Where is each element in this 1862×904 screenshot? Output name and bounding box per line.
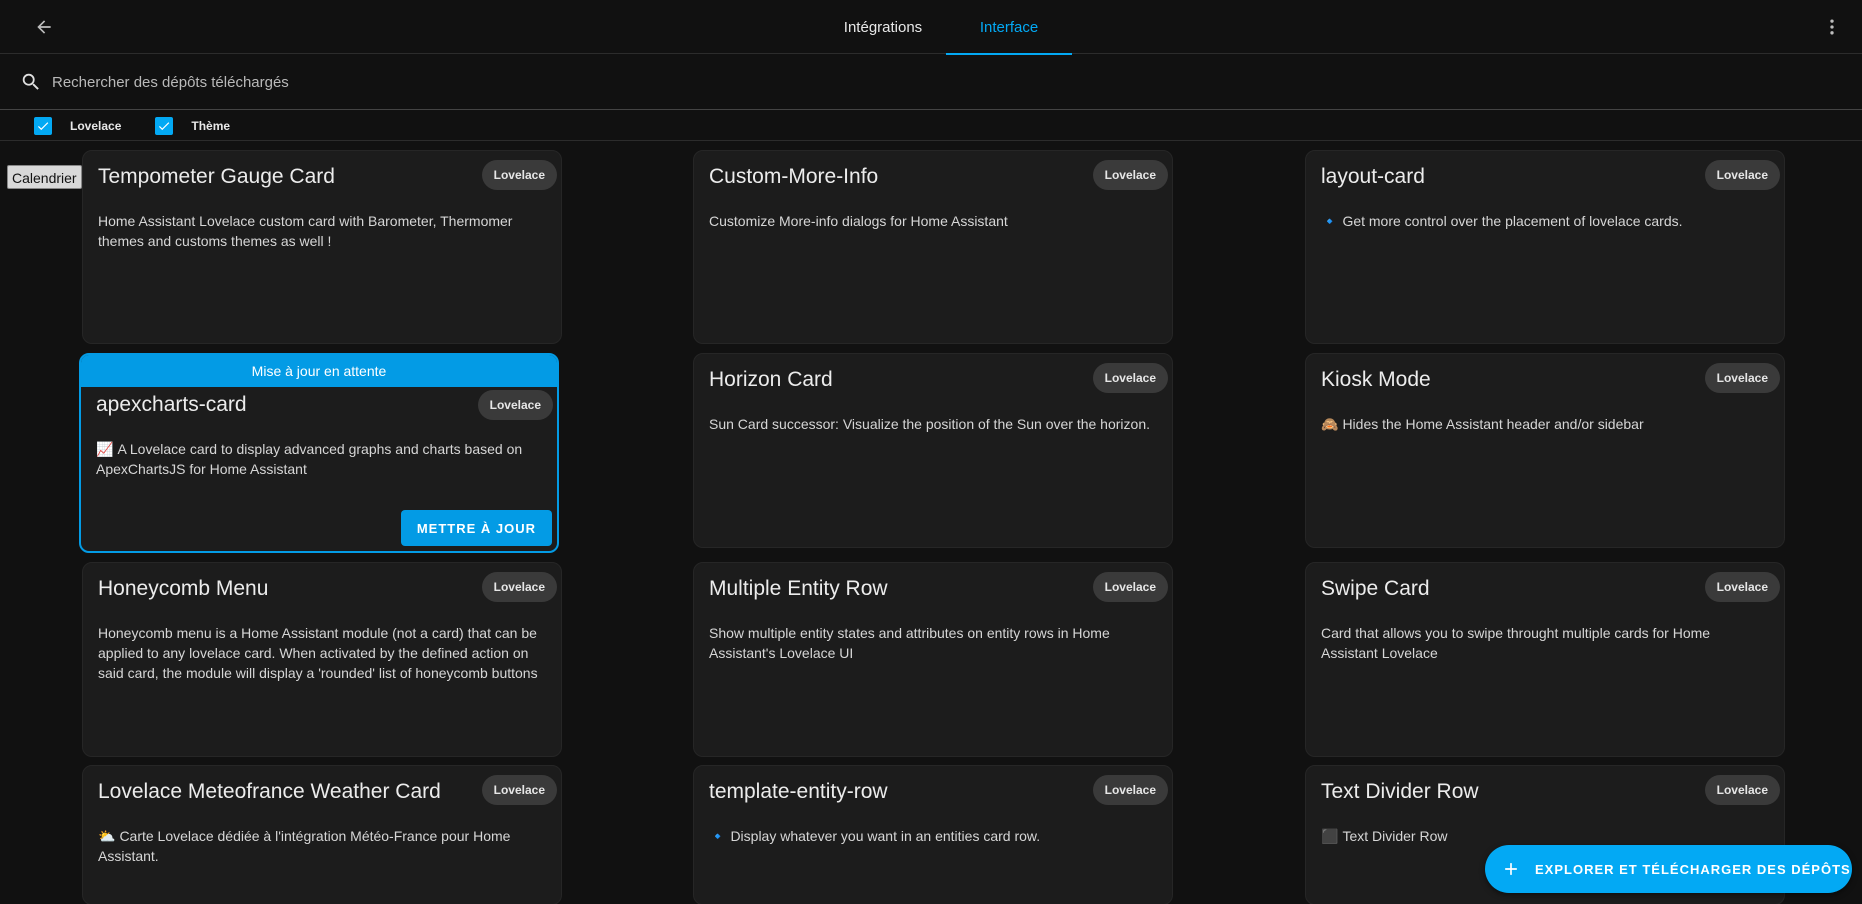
card-title: layout-card <box>1321 165 1425 188</box>
chart-increasing-icon: 📈 <box>96 441 114 457</box>
checkbox-checked-icon[interactable] <box>34 116 52 135</box>
repository-card[interactable]: Horizon Card Lovelace Sun Card successor… <box>693 353 1173 548</box>
fab-label: EXPLORER ET TÉLÉCHARGER DES DÉPÔTS <box>1535 861 1851 877</box>
card-description: 🔹 Display whatever you want in an entitie… <box>694 814 1172 846</box>
card-description: 🙈 Hides the Home Assistant header and/or … <box>1306 402 1784 434</box>
card-title: Horizon Card <box>709 368 833 391</box>
description-text: Carte Lovelace dédiée à l'intégration Mé… <box>98 828 511 864</box>
card-description: Card that allows you to swipe throught m… <box>1321 625 1711 661</box>
card-description: Show multiple entity states and attribut… <box>709 625 1110 661</box>
card-description: Customize More-info dialogs for Home Ass… <box>709 213 1008 229</box>
card-header: Kiosk Mode Lovelace <box>1306 354 1784 402</box>
arrow-left-icon <box>37 20 51 34</box>
category-badge: Lovelace <box>477 390 553 420</box>
repository-card[interactable]: template-entity-row Lovelace 🔹 Display wh… <box>693 765 1173 904</box>
category-badge: Lovelace <box>1704 775 1780 805</box>
description-text: A Lovelace card to display advanced grap… <box>96 441 523 477</box>
category-badge: Lovelace <box>1092 775 1168 805</box>
filter-bar: Lovelace Thème <box>0 111 1862 141</box>
card-header: Swipe Card Lovelace <box>1306 563 1784 611</box>
category-badge: Lovelace <box>1704 160 1780 190</box>
filter-label: Thème <box>191 118 231 133</box>
card-header: Lovelace Meteofrance Weather Card Lovela… <box>83 766 561 814</box>
card-description: ⬛ Text Divider Row <box>1306 814 1784 846</box>
card-title: Custom-More-Info <box>709 165 879 188</box>
category-badge: Lovelace <box>1704 363 1780 393</box>
back-button[interactable] <box>28 11 60 43</box>
search-bar <box>0 54 1862 110</box>
repository-card[interactable]: Custom-More-Info Lovelace Customize More… <box>693 150 1173 344</box>
card-header: Tempometer Gauge Card Lovelace <box>83 151 561 199</box>
repository-card-pending-update[interactable]: Mise à jour en attente apexcharts-card L… <box>79 353 559 553</box>
category-badge: Lovelace <box>1704 572 1780 602</box>
card-header: layout-card Lovelace <box>1306 151 1784 199</box>
update-button[interactable]: METTRE À JOUR <box>400 510 552 546</box>
search-input[interactable] <box>52 68 952 96</box>
card-title: Text Divider Row <box>1321 780 1479 803</box>
category-badge: Lovelace <box>1092 363 1168 393</box>
card-description: Honeycomb menu is a Home Assistant modul… <box>98 625 538 681</box>
category-badge: Lovelace <box>481 160 557 190</box>
description-text: Text Divider Row <box>1342 828 1448 844</box>
repository-card[interactable]: Kiosk Mode Lovelace 🙈 Hides the Home Assi… <box>1305 353 1785 548</box>
small-blue-diamond-icon: 🔹 <box>709 828 727 844</box>
filter-label: Lovelace <box>70 118 122 133</box>
card-title: template-entity-row <box>709 780 888 803</box>
repository-card[interactable]: Multiple Entity Row Lovelace Show multip… <box>693 562 1173 757</box>
description-text: Get more control over the placement of l… <box>1342 213 1683 229</box>
repository-card[interactable]: Swipe Card Lovelace Card that allows you… <box>1305 562 1785 757</box>
tooltip: Calendrier <box>7 165 82 189</box>
overflow-menu-button[interactable] <box>1816 11 1848 43</box>
category-badge: Lovelace <box>481 775 557 805</box>
see-no-evil-monkey-icon: 🙈 <box>1321 416 1339 432</box>
tab-interface[interactable]: Interface <box>946 0 1072 55</box>
description-text: Display whatever you want in an entities… <box>730 828 1041 844</box>
card-header: template-entity-row Lovelace <box>694 766 1172 814</box>
filter-theme[interactable]: Thème <box>155 111 230 141</box>
card-header: Honeycomb Menu Lovelace <box>83 563 561 611</box>
card-header: Multiple Entity Row Lovelace <box>694 563 1172 611</box>
tab-integrations[interactable]: Intégrations <box>820 0 946 54</box>
card-title: Kiosk Mode <box>1321 368 1431 391</box>
card-title: Lovelace Meteofrance Weather Card <box>98 780 441 803</box>
black-square-icon: ⬛ <box>1321 828 1339 844</box>
small-blue-diamond-icon: 🔹 <box>1321 213 1339 229</box>
card-header: Custom-More-Info Lovelace <box>694 151 1172 199</box>
search-icon <box>22 73 39 90</box>
plus-icon <box>1505 863 1517 875</box>
card-title: Honeycomb Menu <box>98 577 269 600</box>
category-badge: Lovelace <box>1092 160 1168 190</box>
repository-card[interactable]: Lovelace Meteofrance Weather Card Lovela… <box>82 765 562 904</box>
card-header: Horizon Card Lovelace <box>694 354 1172 402</box>
category-badge: Lovelace <box>481 572 557 602</box>
card-description: ⛅ Carte Lovelace dédiée à l'intégration M… <box>83 814 561 866</box>
top-bar: Intégrations Interface <box>0 0 1862 55</box>
card-title: Multiple Entity Row <box>709 577 888 600</box>
hacs-frontend-page: Intégrations Interface Lovelace <box>0 0 1862 904</box>
card-title: Swipe Card <box>1321 577 1430 600</box>
dots-vertical-icon <box>1830 19 1834 35</box>
card-description: 🔹 Get more control over the placement of … <box>1306 199 1784 231</box>
card-description: Sun Card successor: Visualize the positi… <box>709 416 1150 432</box>
checkbox-checked-icon[interactable] <box>155 116 174 135</box>
description-text: Hides the Home Assistant header and/or s… <box>1342 416 1644 432</box>
card-description: 📈 A Lovelace card to display advanced gra… <box>81 429 557 479</box>
repository-card[interactable]: Honeycomb Menu Lovelace Honeycomb menu i… <box>82 562 562 757</box>
card-title: Tempometer Gauge Card <box>98 165 335 188</box>
card-header: apexcharts-card Lovelace <box>81 387 557 429</box>
card-description: Home Assistant Lovelace custom card with… <box>98 213 513 249</box>
card-title: apexcharts-card <box>96 393 247 416</box>
card-header: Text Divider Row Lovelace <box>1306 766 1784 814</box>
repository-card[interactable]: Tempometer Gauge Card Lovelace Home Assi… <box>82 150 562 344</box>
repository-card[interactable]: layout-card Lovelace 🔹 Get more control o… <box>1305 150 1785 344</box>
pending-update-banner: Mise à jour en attente <box>81 355 557 387</box>
tab-bar: Intégrations Interface <box>820 0 1072 55</box>
sun-behind-cloud-icon: ⛅ <box>98 828 116 844</box>
category-badge: Lovelace <box>1092 572 1168 602</box>
explore-download-fab[interactable]: EXPLORER ET TÉLÉCHARGER DES DÉPÔTS <box>1485 845 1852 893</box>
filter-lovelace[interactable]: Lovelace <box>34 111 121 141</box>
